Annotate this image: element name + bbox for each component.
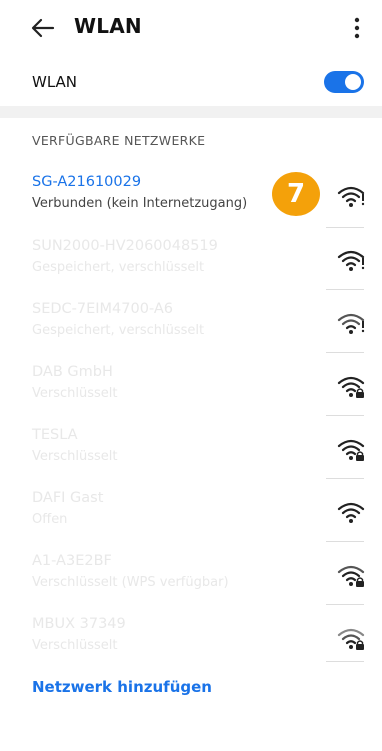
wlan-switch[interactable] bbox=[324, 71, 364, 93]
network-item[interactable]: SUN2000-HV2060048519 Gespeichert, versch… bbox=[0, 230, 382, 292]
network-name: DAB GmbH bbox=[32, 364, 113, 380]
switch-knob bbox=[345, 74, 361, 90]
wifi-lock-icon bbox=[337, 565, 365, 587]
network-name: A1-A3E2BF bbox=[32, 553, 112, 569]
wifi-lock-icon bbox=[337, 628, 365, 650]
list-divider bbox=[326, 604, 364, 605]
network-status: Offen bbox=[32, 512, 68, 527]
network-status: Verschlüsselt bbox=[32, 449, 118, 464]
available-networks-header: VERFÜGBARE NETZWERKE bbox=[32, 133, 206, 148]
list-divider bbox=[326, 541, 364, 542]
network-item[interactable]: SEDC-7EIM4700-A6 Gespeichert, verschlüss… bbox=[0, 293, 382, 355]
list-divider bbox=[326, 661, 364, 662]
network-item[interactable]: DAFI Gast Offen bbox=[0, 482, 382, 544]
network-name: SG-A21610029 bbox=[32, 174, 142, 190]
network-status: Verschlüsselt (WPS verfügbar) bbox=[32, 575, 229, 590]
network-name: TESLA bbox=[32, 427, 78, 443]
wifi-icon bbox=[337, 313, 365, 334]
network-status: Verbunden (kein Internetzugang) bbox=[32, 196, 248, 211]
more-vert-icon bbox=[354, 17, 360, 39]
network-item[interactable]: MBUX 37349 Verschlüsselt bbox=[0, 608, 382, 670]
wifi-icon bbox=[337, 186, 365, 207]
add-network-link[interactable]: Netzwerk hinzufügen bbox=[32, 678, 212, 696]
network-item[interactable]: DAB GmbH Verschlüsselt bbox=[0, 356, 382, 418]
network-name: MBUX 37349 bbox=[32, 616, 126, 632]
wlan-toggle-label: WLAN bbox=[32, 73, 78, 91]
back-button[interactable] bbox=[27, 13, 59, 43]
wifi-lock-icon bbox=[337, 439, 365, 461]
network-status: Gespeichert, verschlüsselt bbox=[32, 260, 205, 275]
network-name: DAFI Gast bbox=[32, 490, 104, 506]
network-item[interactable]: TESLA Verschlüsselt bbox=[0, 419, 382, 481]
wlan-settings-screen: WLAN WLAN VERFÜGBARE NETZWERKE SG-A21610… bbox=[0, 0, 382, 751]
arrow-left-icon bbox=[31, 18, 55, 38]
more-options-button[interactable] bbox=[347, 14, 367, 42]
list-divider bbox=[326, 415, 364, 416]
wifi-icon bbox=[337, 250, 365, 271]
network-name: SUN2000-HV2060048519 bbox=[32, 238, 218, 254]
network-status: Gespeichert, verschlüsselt bbox=[32, 323, 205, 338]
step-badge: 7 bbox=[272, 172, 320, 216]
list-divider bbox=[326, 289, 364, 290]
wifi-lock-icon bbox=[337, 376, 365, 398]
section-divider bbox=[0, 106, 382, 118]
network-name: SEDC-7EIM4700-A6 bbox=[32, 301, 174, 317]
list-divider bbox=[326, 227, 364, 228]
network-item-connected[interactable]: SG-A21610029 Verbunden (kein Internetzug… bbox=[0, 166, 382, 228]
list-divider bbox=[326, 478, 364, 479]
network-status: Verschlüsselt bbox=[32, 386, 118, 401]
list-divider bbox=[326, 352, 364, 353]
wifi-icon bbox=[337, 502, 365, 523]
network-item[interactable]: A1-A3E2BF Verschlüsselt (WPS verfügbar) bbox=[0, 545, 382, 607]
wlan-toggle-row[interactable]: WLAN bbox=[0, 60, 382, 106]
page-title: WLAN bbox=[74, 14, 142, 38]
app-bar: WLAN bbox=[0, 0, 382, 55]
network-status: Verschlüsselt bbox=[32, 638, 118, 653]
